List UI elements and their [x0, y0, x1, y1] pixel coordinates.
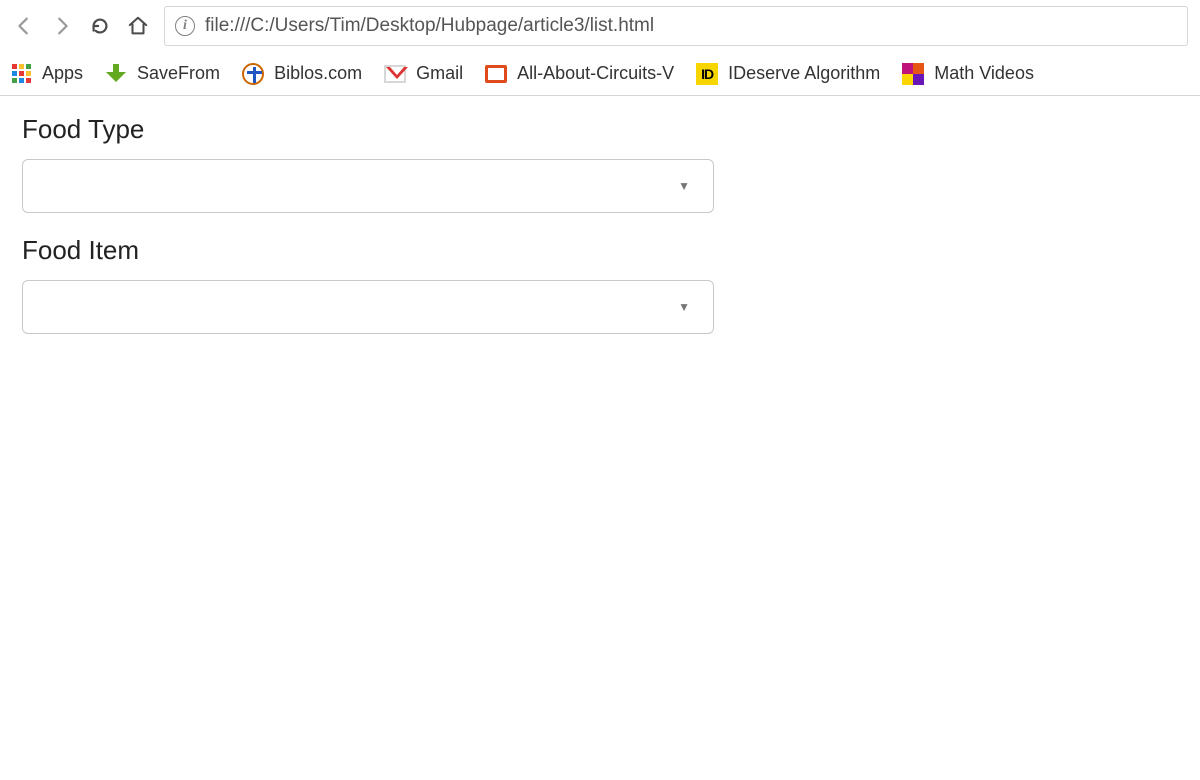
bookmark-math-videos[interactable]: Math Videos: [902, 63, 1034, 85]
reload-icon: [89, 15, 111, 37]
bookmark-label: Biblos.com: [274, 63, 362, 84]
bookmark-label: All-About-Circuits-V: [517, 63, 674, 84]
apps-label: Apps: [42, 63, 83, 84]
bookmarks-bar: Apps SaveFrom Biblos.com Gmail All-About…: [0, 52, 1200, 96]
bookmark-label: IDeserve Algorithm: [728, 63, 880, 84]
food-type-select-wrap: ▼: [22, 159, 714, 213]
bookmark-label: SaveFrom: [137, 63, 220, 84]
forward-arrow-icon: [51, 15, 73, 37]
browser-toolbar: i file:///C:/Users/Tim/Desktop/Hubpage/a…: [0, 0, 1200, 52]
food-type-select[interactable]: [22, 159, 714, 213]
bookmark-biblos[interactable]: Biblos.com: [242, 63, 362, 85]
food-type-label: Food Type: [22, 114, 1178, 145]
bookmark-savefrom[interactable]: SaveFrom: [105, 63, 220, 85]
bookmark-all-about-circuits[interactable]: All-About-Circuits-V: [485, 63, 674, 85]
bookmark-ideserve[interactable]: ID IDeserve Algorithm: [696, 63, 880, 85]
address-bar[interactable]: i file:///C:/Users/Tim/Desktop/Hubpage/a…: [164, 6, 1188, 46]
page-content: Food Type ▼ Food Item ▼: [0, 96, 1200, 370]
url-text: file:///C:/Users/Tim/Desktop/Hubpage/art…: [205, 15, 654, 37]
four-color-square-icon: [902, 63, 924, 85]
reload-button[interactable]: [88, 14, 112, 38]
bookmark-label: Math Videos: [934, 63, 1034, 84]
back-button[interactable]: [12, 14, 36, 38]
apps-button[interactable]: Apps: [10, 63, 83, 85]
food-item-select-wrap: ▼: [22, 280, 714, 334]
gmail-icon: [384, 63, 406, 85]
download-arrow-icon: [105, 63, 127, 85]
food-item-select[interactable]: [22, 280, 714, 334]
bookmark-label: Gmail: [416, 63, 463, 84]
apps-grid-icon: [10, 63, 32, 85]
square-outline-icon: [485, 63, 507, 85]
bookmark-gmail[interactable]: Gmail: [384, 63, 463, 85]
forward-button[interactable]: [50, 14, 74, 38]
home-icon: [127, 15, 149, 37]
ideserve-icon: ID: [696, 63, 718, 85]
home-button[interactable]: [126, 14, 150, 38]
site-info-icon[interactable]: i: [175, 16, 195, 36]
cross-circle-icon: [242, 63, 264, 85]
food-item-label: Food Item: [22, 235, 1178, 266]
back-arrow-icon: [13, 15, 35, 37]
